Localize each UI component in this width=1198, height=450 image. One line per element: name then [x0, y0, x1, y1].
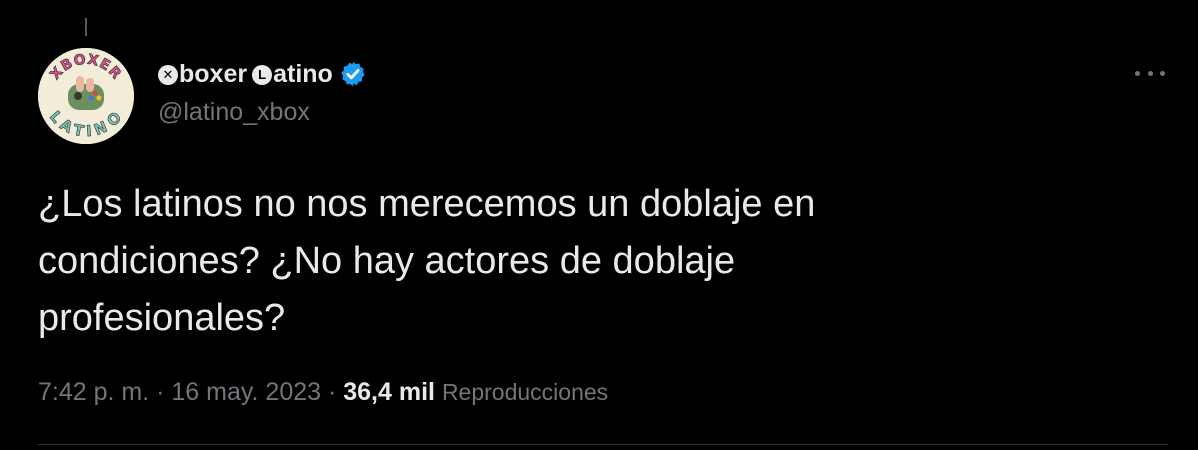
avatar-logo-icon: XBOXER LATINO: [38, 48, 134, 144]
more-horizontal-icon: [1160, 70, 1165, 76]
l-circle-icon: L: [252, 65, 273, 85]
views-count[interactable]: 36,4 mil: [343, 378, 435, 406]
meta-separator: ·: [321, 378, 344, 406]
display-name-part-1: boxer: [179, 59, 248, 88]
author-display-name[interactable]: ✕ boxer L atino: [158, 56, 367, 92]
display-name-part-2: atino: [273, 59, 333, 88]
tweet-text-line: condiciones? ¿No hay actores de doblaje: [38, 240, 736, 282]
x-logo-icon: ✕: [158, 65, 178, 85]
more-options-button[interactable]: [1133, 62, 1167, 84]
thread-connector-line: [85, 18, 87, 36]
meta-separator: ·: [149, 378, 172, 406]
tweet-text-line: profesionales?: [38, 297, 286, 339]
tweet-text-line: ¿Los latinos no nos merecemos un doblaje…: [38, 183, 816, 225]
tweet-date[interactable]: 16 may. 2023: [171, 378, 321, 406]
tweet-time[interactable]: 7:42 p. m.: [38, 378, 149, 406]
author-handle[interactable]: @latino_xbox: [158, 98, 310, 127]
tweet-meta: 7:42 p. m. · 16 may. 2023 · 36,4 mil Rep…: [38, 378, 608, 407]
tweet-text: ¿Los latinos no nos merecemos un doblaje…: [38, 176, 1118, 347]
avatar[interactable]: XBOXER LATINO: [38, 48, 134, 144]
more-horizontal-icon: [1147, 70, 1153, 76]
verified-badge-icon: [341, 61, 365, 87]
views-label: Reproducciones: [441, 379, 609, 405]
divider: [38, 444, 1168, 445]
more-horizontal-icon: [1135, 70, 1140, 76]
